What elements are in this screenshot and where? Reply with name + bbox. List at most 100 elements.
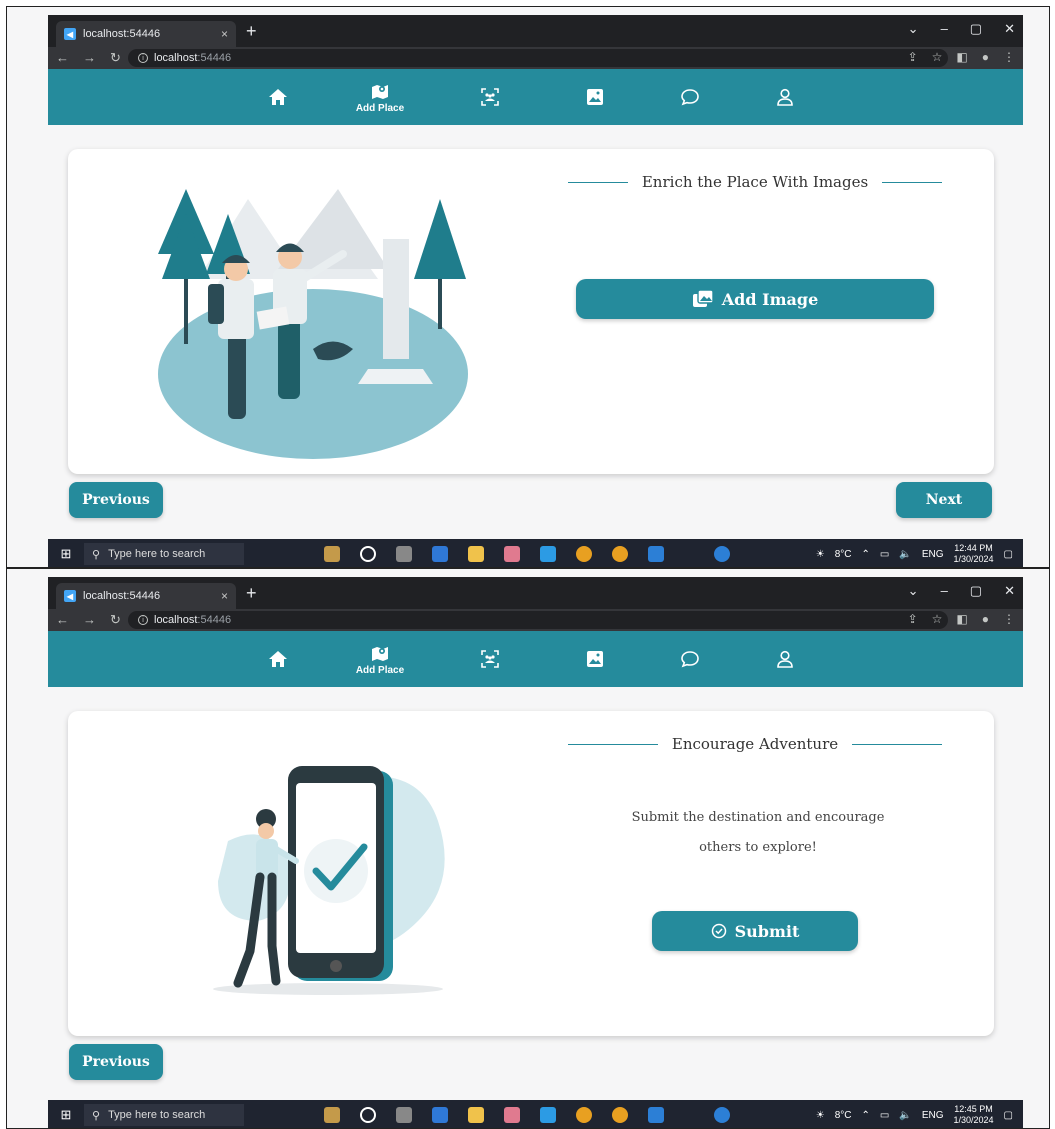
language-indicator[interactable]: ENG [922, 1110, 944, 1121]
previous-button[interactable]: Previous [69, 482, 163, 518]
tab-search-icon[interactable]: ⌄ [908, 21, 919, 37]
nav-add-place[interactable]: Add Place [350, 631, 410, 687]
nav-chat[interactable] [660, 631, 720, 687]
clock[interactable]: 12:44 PM 1/30/2024 [954, 543, 994, 565]
pinned-app-icon[interactable] [504, 1107, 520, 1123]
browser-tab[interactable]: ◀ localhost:54446 × [56, 583, 236, 609]
windows-start-icon[interactable]: ⊞ [48, 1107, 84, 1123]
mail-icon[interactable] [540, 1107, 556, 1123]
reload-icon[interactable]: ↻ [110, 50, 121, 66]
restore-button[interactable]: ▢ [970, 583, 982, 599]
profile-avatar-icon[interactable]: ● [982, 612, 989, 626]
minimize-button[interactable]: – [941, 583, 948, 599]
nav-add-place[interactable]: Add Place [350, 69, 410, 125]
language-indicator[interactable]: ENG [922, 549, 944, 560]
windows-taskbar: ⊞ ⚲ Type here to search ☀ 8°C ⌃ ▭ 🔈 ENG … [48, 1100, 1023, 1128]
info-icon[interactable]: i [138, 53, 148, 63]
side-panel-icon[interactable]: ◧ [956, 612, 967, 626]
menu-kebab-icon[interactable]: ⋮ [1003, 50, 1015, 64]
vscode-icon[interactable] [648, 546, 664, 562]
taskbar-news-icon[interactable] [324, 546, 340, 562]
description-line-1: Submit the destination and encourage [631, 810, 885, 825]
close-window-button[interactable]: ✕ [1004, 21, 1015, 37]
tray-chevron-icon[interactable]: ⌃ [862, 1110, 870, 1121]
nav-buttons: ← → ↻ [48, 612, 121, 628]
bookmark-star-icon[interactable]: ☆ [932, 612, 943, 626]
nav-gallery[interactable] [565, 69, 625, 125]
chrome-icon[interactable] [576, 546, 592, 562]
new-tab-button[interactable]: + [246, 583, 257, 603]
add-image-label: Add Image [721, 289, 819, 309]
tab-close-icon[interactable]: × [221, 589, 228, 603]
tray-chevron-icon[interactable]: ⌃ [862, 549, 870, 560]
nav-profile[interactable] [755, 631, 815, 687]
reload-icon[interactable]: ↻ [110, 612, 121, 628]
nav-home[interactable] [248, 69, 308, 125]
taskbar-news-icon[interactable] [324, 1107, 340, 1123]
clock-date: 1/30/2024 [953, 554, 994, 564]
tab-search-icon[interactable]: ⌄ [908, 583, 919, 599]
back-icon[interactable]: ← [56, 50, 69, 66]
add-image-button[interactable]: Add Image [576, 279, 934, 319]
tab-close-icon[interactable]: × [221, 27, 228, 41]
cortana-icon[interactable] [360, 546, 376, 562]
window-controls: ⌄ – ▢ ✕ [908, 21, 1015, 37]
back-icon[interactable]: ← [56, 612, 69, 628]
weather-temp[interactable]: 8°C [835, 1110, 852, 1121]
weather-icon[interactable]: ☀ [816, 549, 825, 560]
forward-icon[interactable]: → [83, 50, 96, 66]
nav-home[interactable] [248, 631, 308, 687]
file-explorer-icon[interactable] [468, 546, 484, 562]
vscode-icon[interactable] [648, 1107, 664, 1123]
network-icon[interactable]: ▭ [880, 549, 889, 560]
previous-button[interactable]: Previous [69, 1044, 163, 1080]
cortana-icon[interactable] [360, 1107, 376, 1123]
restore-button[interactable]: ▢ [970, 21, 982, 37]
weather-temp[interactable]: 8°C [835, 549, 852, 560]
browser-tab[interactable]: ◀ localhost:54446 × [56, 21, 236, 47]
notifications-icon[interactable]: ▢ [1004, 549, 1013, 560]
taskbar-search-input[interactable]: ⚲ Type here to search [84, 1104, 244, 1126]
forward-icon[interactable]: → [83, 612, 96, 628]
weather-icon[interactable]: ☀ [816, 1110, 825, 1121]
share-icon[interactable]: ⇪ [908, 612, 918, 626]
volume-icon[interactable]: 🔈 [899, 549, 911, 560]
volume-icon[interactable]: 🔈 [899, 1110, 911, 1121]
chrome-icon[interactable] [576, 1107, 592, 1123]
submit-button[interactable]: Submit [652, 911, 858, 951]
bookmark-star-icon[interactable]: ☆ [932, 50, 943, 64]
chrome-icon[interactable] [612, 1107, 628, 1123]
side-panel-icon[interactable]: ◧ [956, 50, 967, 64]
pinned-app-icon[interactable] [504, 546, 520, 562]
file-explorer-icon[interactable] [468, 1107, 484, 1123]
nav-group-scan[interactable] [460, 631, 520, 687]
minimize-button[interactable]: – [941, 21, 948, 37]
nav-chat[interactable] [660, 69, 720, 125]
network-icon[interactable]: ▭ [880, 1110, 889, 1121]
mail-icon[interactable] [540, 546, 556, 562]
close-window-button[interactable]: ✕ [1004, 583, 1015, 599]
windows-start-icon[interactable]: ⊞ [48, 546, 84, 562]
nav-gallery[interactable] [565, 631, 625, 687]
info-icon[interactable]: i [138, 615, 148, 625]
address-input[interactable]: i localhost:54446 [128, 49, 948, 67]
profile-avatar-icon[interactable]: ● [982, 50, 989, 64]
task-view-icon[interactable] [396, 1107, 412, 1123]
pinned-app-icon[interactable] [432, 1107, 448, 1123]
chrome-icon[interactable] [612, 546, 628, 562]
nav-group-scan[interactable] [460, 69, 520, 125]
address-input[interactable]: i localhost:54446 [128, 611, 948, 629]
clock[interactable]: 12:45 PM 1/30/2024 [954, 1104, 994, 1126]
nav-profile[interactable] [755, 69, 815, 125]
pinned-app-icon[interactable] [432, 546, 448, 562]
address-port: :54446 [197, 614, 232, 626]
help-icon[interactable] [714, 1107, 730, 1123]
next-button[interactable]: Next [896, 482, 992, 518]
share-icon[interactable]: ⇪ [908, 50, 918, 64]
task-view-icon[interactable] [396, 546, 412, 562]
help-icon[interactable] [714, 546, 730, 562]
new-tab-button[interactable]: + [246, 21, 257, 41]
menu-kebab-icon[interactable]: ⋮ [1003, 612, 1015, 626]
notifications-icon[interactable]: ▢ [1004, 1110, 1013, 1121]
taskbar-search-input[interactable]: ⚲ Type here to search [84, 543, 244, 565]
